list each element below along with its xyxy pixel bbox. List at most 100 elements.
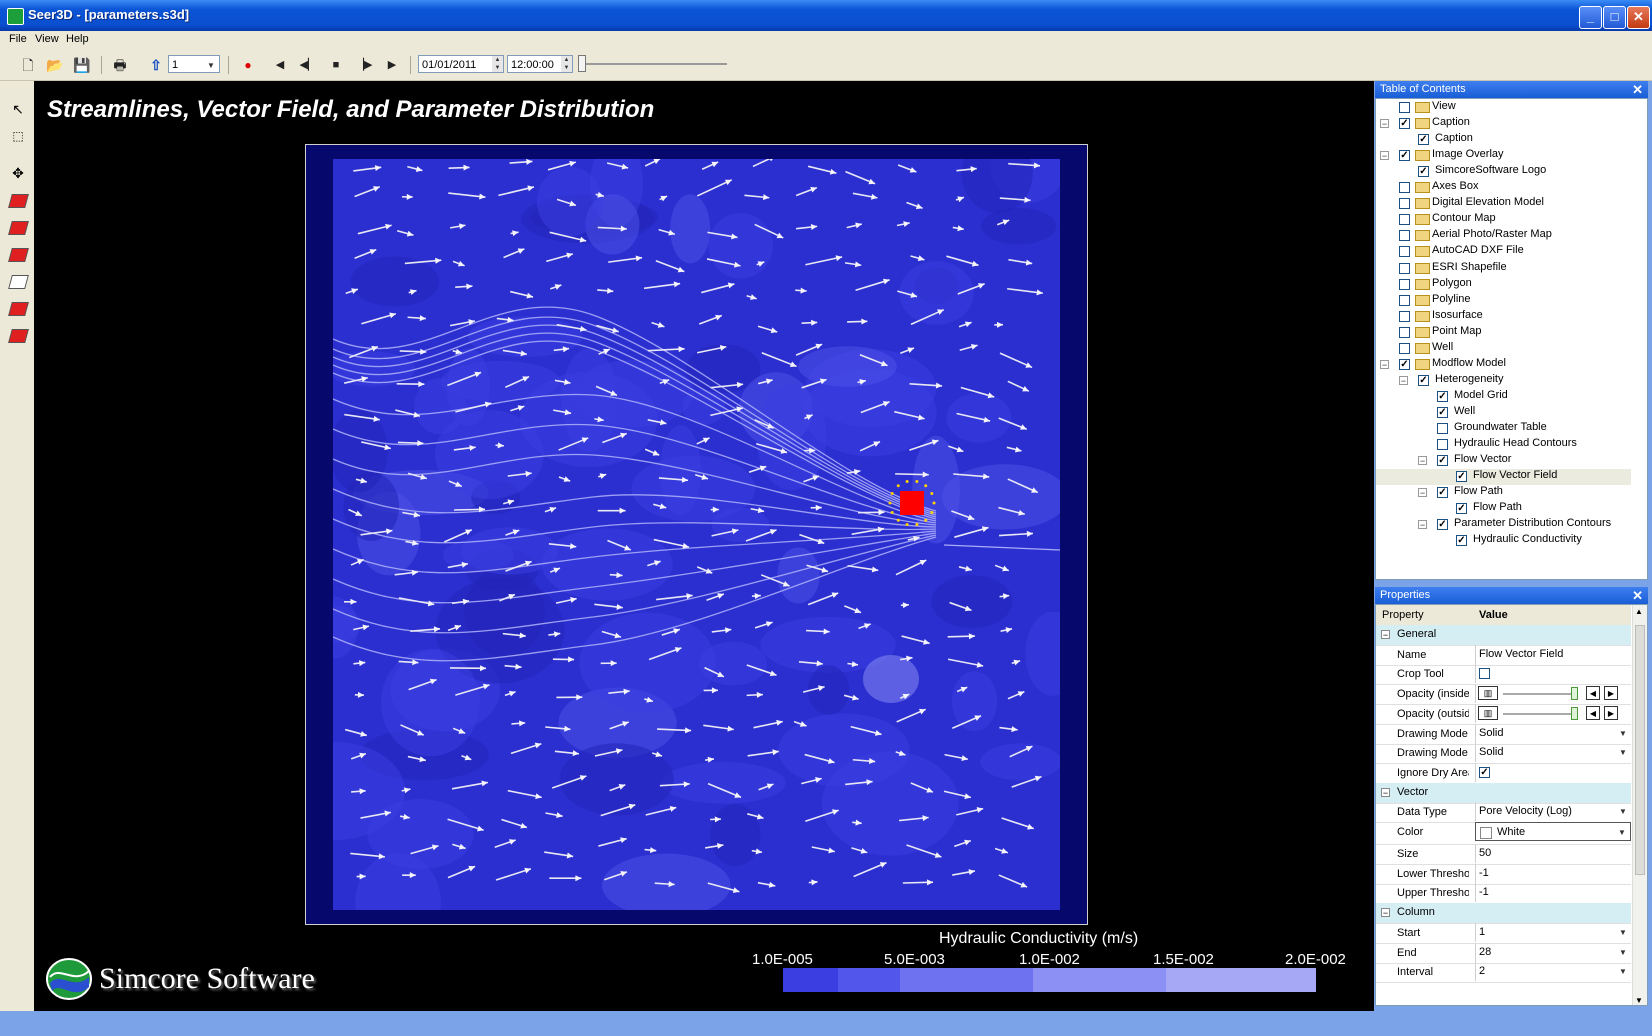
toc-item[interactable]: Contour Map: [1376, 212, 1631, 228]
toc-item[interactable]: Point Map: [1376, 325, 1631, 341]
toc-item[interactable]: Hydraulic Head Contours: [1376, 437, 1631, 453]
scroll-thumb[interactable]: [1635, 625, 1645, 875]
properties-scrollbar[interactable]: ▲ ▼: [1632, 605, 1647, 1005]
checkbox-icon[interactable]: ✓: [1399, 358, 1410, 370]
step-back-icon[interactable]: ◀▏: [298, 55, 318, 75]
increase-icon[interactable]: ▶: [1604, 705, 1618, 720]
property-value[interactable]: Solid ▼: [1475, 723, 1631, 743]
checkbox-icon[interactable]: [1437, 439, 1448, 451]
checkbox-icon[interactable]: ✓: [1456, 535, 1467, 547]
property-row[interactable]: Ignore Dry Areas ✓: [1376, 762, 1631, 784]
checkbox-icon[interactable]: [1399, 326, 1410, 338]
date-spinner-icon[interactable]: ▲ ▼: [492, 56, 503, 72]
property-row[interactable]: Color White ▼: [1376, 822, 1631, 845]
checkbox-icon[interactable]: [1399, 246, 1410, 258]
toc-item[interactable]: − ✓ Parameter Distribution Contours: [1376, 517, 1631, 533]
property-row[interactable]: Crop Tool: [1376, 664, 1631, 686]
collapse-icon[interactable]: −: [1381, 787, 1390, 797]
checkbox-icon[interactable]: ✓: [1437, 487, 1448, 499]
decrease-icon[interactable]: ◀: [1586, 686, 1600, 701]
property-value[interactable]: -1: [1475, 883, 1631, 903]
property-row[interactable]: Upper Threshold -1: [1376, 883, 1631, 905]
save-icon[interactable]: 💾: [72, 55, 92, 75]
checkbox-icon[interactable]: ✓: [1437, 406, 1448, 418]
menu-view[interactable]: View: [35, 33, 59, 45]
checkbox-icon[interactable]: ✓: [1399, 118, 1410, 130]
toc-item[interactable]: ✓ SimcoreSoftware Logo: [1376, 164, 1631, 180]
up-arrow-icon[interactable]: ⇧: [146, 55, 166, 75]
minimize-button[interactable]: _: [1579, 6, 1602, 29]
scroll-up-icon[interactable]: ▲: [1635, 607, 1643, 616]
checkbox-icon[interactable]: ✓: [1437, 519, 1448, 531]
time-spinner-icon[interactable]: ▲ ▼: [561, 56, 572, 72]
chevron-down-icon[interactable]: ▼: [1616, 745, 1630, 760]
scroll-down-icon[interactable]: ▼: [1635, 996, 1643, 1005]
toc-item[interactable]: Aerial Photo/Raster Map: [1376, 228, 1631, 244]
toc-item[interactable]: ✓ Model Grid: [1376, 389, 1631, 405]
property-row[interactable]: Start 1 ▼: [1376, 922, 1631, 944]
select-box-icon[interactable]: ⬚: [7, 125, 29, 147]
time-field[interactable]: 12:00:00 ▲ ▼: [507, 55, 573, 73]
step-forward-icon[interactable]: ▕▶: [354, 55, 374, 75]
decrease-icon[interactable]: ◀: [1586, 705, 1600, 720]
opacity-slider-thumb[interactable]: [1571, 687, 1578, 701]
date-field[interactable]: 01/01/2011 ▲ ▼: [418, 55, 504, 73]
property-value[interactable]: 28 ▼: [1475, 942, 1631, 962]
property-value[interactable]: ▥ ◀ ▶: [1475, 703, 1631, 723]
toc-item[interactable]: − ✓ Flow Path: [1376, 485, 1631, 501]
checkbox-icon[interactable]: [1399, 342, 1410, 354]
property-row[interactable]: Size 50: [1376, 844, 1631, 865]
checkbox-icon[interactable]: ✓: [1437, 455, 1448, 467]
timeline-slider-thumb[interactable]: [578, 55, 586, 72]
timeline-slider[interactable]: [585, 63, 727, 65]
menu-help[interactable]: Help: [66, 33, 89, 45]
checkbox-icon[interactable]: ✓: [1399, 150, 1410, 162]
toc-item[interactable]: AutoCAD DXF File: [1376, 244, 1631, 260]
checkbox-icon[interactable]: [1399, 214, 1410, 226]
pan-icon[interactable]: ✥: [7, 162, 29, 184]
rewind-icon[interactable]: ◀: [270, 55, 290, 75]
chevron-down-icon[interactable]: ▼: [1616, 964, 1630, 979]
property-value[interactable]: ▥ ◀ ▶: [1475, 684, 1631, 704]
property-value[interactable]: Pore Velocity (Log) ▼: [1475, 802, 1631, 822]
checkbox-icon[interactable]: [1437, 423, 1448, 434]
collapse-icon[interactable]: −: [1399, 375, 1408, 385]
checkbox-icon[interactable]: [1399, 294, 1410, 306]
checkbox-icon[interactable]: ✓: [1479, 766, 1490, 778]
checkbox-icon[interactable]: ✓: [1456, 503, 1467, 515]
property-value[interactable]: -1: [1475, 863, 1631, 883]
chevron-down-icon[interactable]: ▼: [1616, 726, 1630, 741]
toc-item[interactable]: View: [1376, 100, 1631, 116]
toc-item[interactable]: ✓ Well: [1376, 405, 1631, 421]
collapse-icon[interactable]: −: [1381, 908, 1390, 918]
property-row[interactable]: Lower Threshold -1: [1376, 863, 1631, 885]
property-value[interactable]: White ▼: [1475, 822, 1631, 841]
property-value[interactable]: Flow Vector Field: [1475, 644, 1631, 664]
opacity-slider[interactable]: [1503, 693, 1573, 696]
toc-item[interactable]: Polygon: [1376, 277, 1631, 293]
property-value[interactable]: Solid ▼: [1475, 743, 1631, 763]
property-value[interactable]: 1 ▼: [1475, 922, 1631, 942]
open-folder-icon[interactable]: 📂: [45, 55, 65, 75]
property-value[interactable]: [1475, 664, 1631, 684]
toc-item[interactable]: Digital Elevation Model: [1376, 196, 1631, 212]
checkbox-icon[interactable]: [1399, 198, 1410, 210]
property-row[interactable]: Opacity (inside c ▥ ◀ ▶: [1376, 684, 1631, 706]
toc-item[interactable]: Isosurface: [1376, 309, 1631, 325]
checkbox-icon[interactable]: [1399, 182, 1410, 194]
print-icon[interactable]: 🖶: [110, 55, 130, 75]
toc-item[interactable]: Groundwater Table: [1376, 421, 1631, 437]
menu-file[interactable]: File: [9, 33, 27, 45]
property-value[interactable]: 2 ▼: [1475, 962, 1631, 982]
opacity-slider[interactable]: [1503, 712, 1573, 715]
collapse-icon[interactable]: −: [1380, 359, 1389, 369]
pointer-icon[interactable]: ↖: [7, 98, 29, 120]
checkbox-icon[interactable]: [1479, 668, 1490, 680]
toc-item[interactable]: ✓ Caption: [1376, 132, 1631, 148]
maximize-button[interactable]: □: [1603, 6, 1626, 29]
record-icon[interactable]: ●: [238, 55, 258, 75]
property-value[interactable]: 50: [1475, 844, 1631, 863]
checkbox-icon[interactable]: ✓: [1418, 374, 1429, 386]
toc-item[interactable]: Polyline: [1376, 293, 1631, 309]
collapse-icon[interactable]: −: [1380, 151, 1389, 161]
